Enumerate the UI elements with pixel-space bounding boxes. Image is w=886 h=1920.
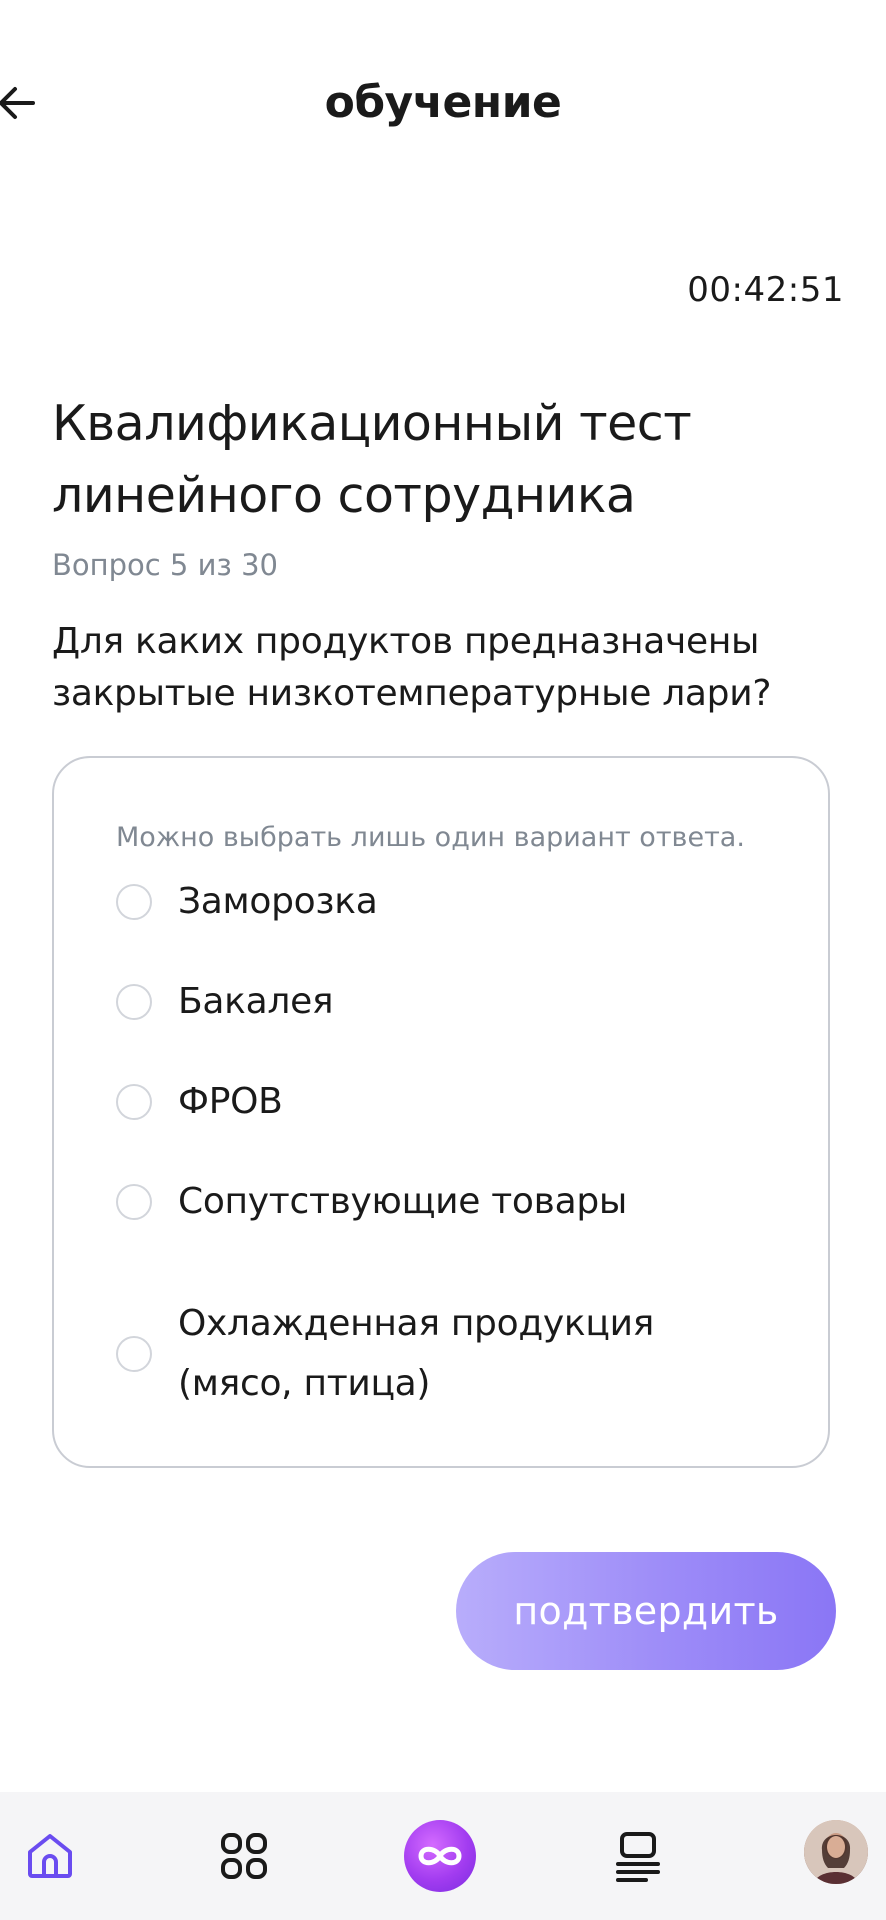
answer-option[interactable]: Заморозка	[116, 872, 756, 932]
answer-hint: Можно выбрать лишь один вариант ответа.	[116, 822, 745, 853]
assistant-button	[404, 1820, 476, 1892]
avatar	[804, 1820, 868, 1884]
answer-option[interactable]: ФРОВ	[116, 1072, 756, 1132]
page-title: обучение	[324, 77, 562, 128]
radio-button[interactable]	[116, 984, 152, 1020]
home-icon	[28, 1834, 72, 1878]
timer: 00:42:51	[687, 270, 844, 310]
answer-option-label: Заморозка	[178, 881, 378, 922]
answer-option-label: ФРОВ	[178, 1081, 283, 1122]
answer-option[interactable]: Охлажденная продукция (мясо, птица)	[116, 1294, 756, 1414]
bottom-tab-bar	[0, 1792, 886, 1920]
answer-option[interactable]: Сопутствующие товары	[116, 1172, 756, 1232]
confirm-button[interactable]: подтвердить	[456, 1552, 836, 1670]
answer-card: Можно выбрать лишь один вариант ответа. …	[52, 756, 830, 1468]
tab-profile[interactable]	[804, 1820, 868, 1884]
courses-icon	[616, 1832, 660, 1882]
answer-option[interactable]: Бакалея	[116, 972, 756, 1032]
radio-button[interactable]	[116, 884, 152, 920]
tab-courses[interactable]	[608, 1826, 668, 1886]
grid-icon	[221, 1833, 267, 1879]
question-counter: Вопрос 5 из 30	[52, 548, 278, 582]
radio-button[interactable]	[116, 1084, 152, 1120]
test-title: Квалификационный тест линейного сотрудни…	[52, 395, 692, 524]
answer-option-label: Бакалея	[178, 981, 334, 1022]
radio-button[interactable]	[116, 1184, 152, 1220]
tab-assistant[interactable]	[404, 1820, 476, 1892]
answer-option-label: Охлажденная продукция (мясо, птица)	[178, 1303, 655, 1404]
tab-catalog[interactable]	[214, 1826, 274, 1886]
answer-option-label: Сопутствующие товары	[178, 1181, 628, 1222]
tab-home[interactable]	[20, 1826, 80, 1886]
radio-button[interactable]	[116, 1336, 152, 1372]
infinity-icon	[418, 1846, 462, 1866]
question-text: Для каких продуктов предназначены закрыт…	[52, 621, 772, 714]
